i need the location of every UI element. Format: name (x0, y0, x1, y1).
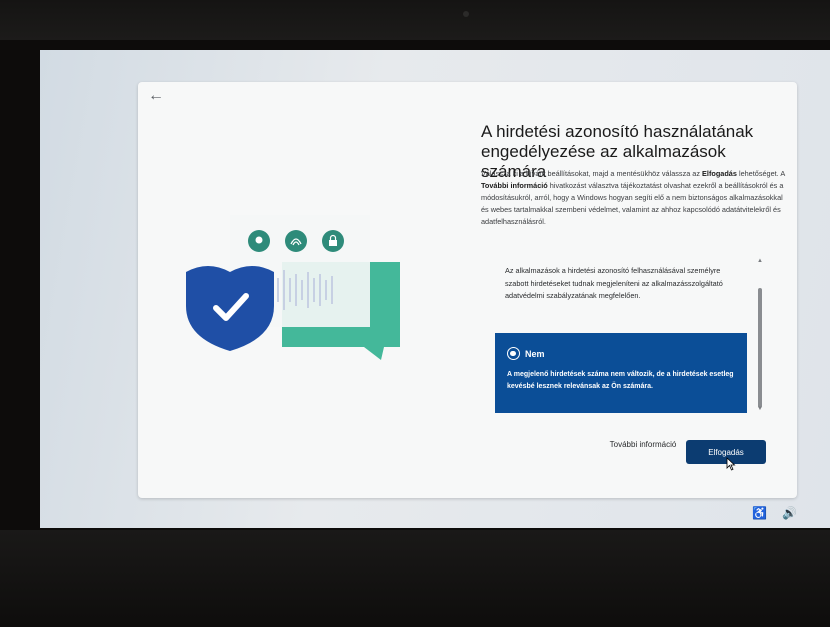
scroll-down-icon[interactable]: ▼ (757, 406, 763, 412)
accessibility-icon[interactable]: ♿ (752, 506, 767, 520)
scroll-up-icon[interactable]: ▲ (757, 258, 763, 264)
scrollbar[interactable]: ▲ ▼ (755, 258, 765, 416)
option-no[interactable]: Nem A megjelenő hirdetések száma nem vál… (495, 333, 747, 413)
scrollbar-thumb[interactable] (758, 288, 762, 408)
taskbar: ♿ 🔊 (40, 498, 830, 528)
chat-bubble-tail (364, 347, 384, 360)
privacy-illustration (186, 215, 400, 360)
option-no-title: Nem (525, 348, 545, 359)
laptop-bezel-bottom (0, 530, 830, 627)
mouse-cursor-icon (726, 457, 736, 471)
location-icon (248, 230, 270, 252)
lock-icon (322, 230, 344, 252)
fingerprint-icon (285, 230, 307, 252)
more-info-reference: További információ (481, 181, 548, 190)
accept-reference: Elfogadás (702, 169, 737, 178)
webcam (463, 11, 469, 17)
page-description: Válassza ki a kívánt beállításokat, majd… (481, 169, 785, 226)
option-no-description: A megjelenő hirdetések száma nem változi… (507, 371, 734, 390)
screen: ← A hirdetési azonosító használatának en… (40, 50, 830, 528)
option-yes[interactable]: Az alkalmazások a hirdetési azonosító fe… (493, 258, 743, 328)
laptop-bezel-top (0, 0, 830, 40)
option-yes-description: Az alkalmazások a hirdetési azonosító fe… (505, 266, 723, 300)
oobe-dialog: ← A hirdetési azonosító használatának en… (138, 82, 797, 498)
shield-icon (186, 266, 274, 351)
back-arrow-button[interactable]: ← (148, 87, 164, 105)
options-list: Az alkalmazások a hirdetési azonosító fe… (493, 258, 769, 416)
more-info-button[interactable]: További információ (608, 439, 678, 450)
volume-icon[interactable]: 🔊 (782, 506, 797, 520)
radio-selected-icon[interactable] (507, 347, 520, 361)
